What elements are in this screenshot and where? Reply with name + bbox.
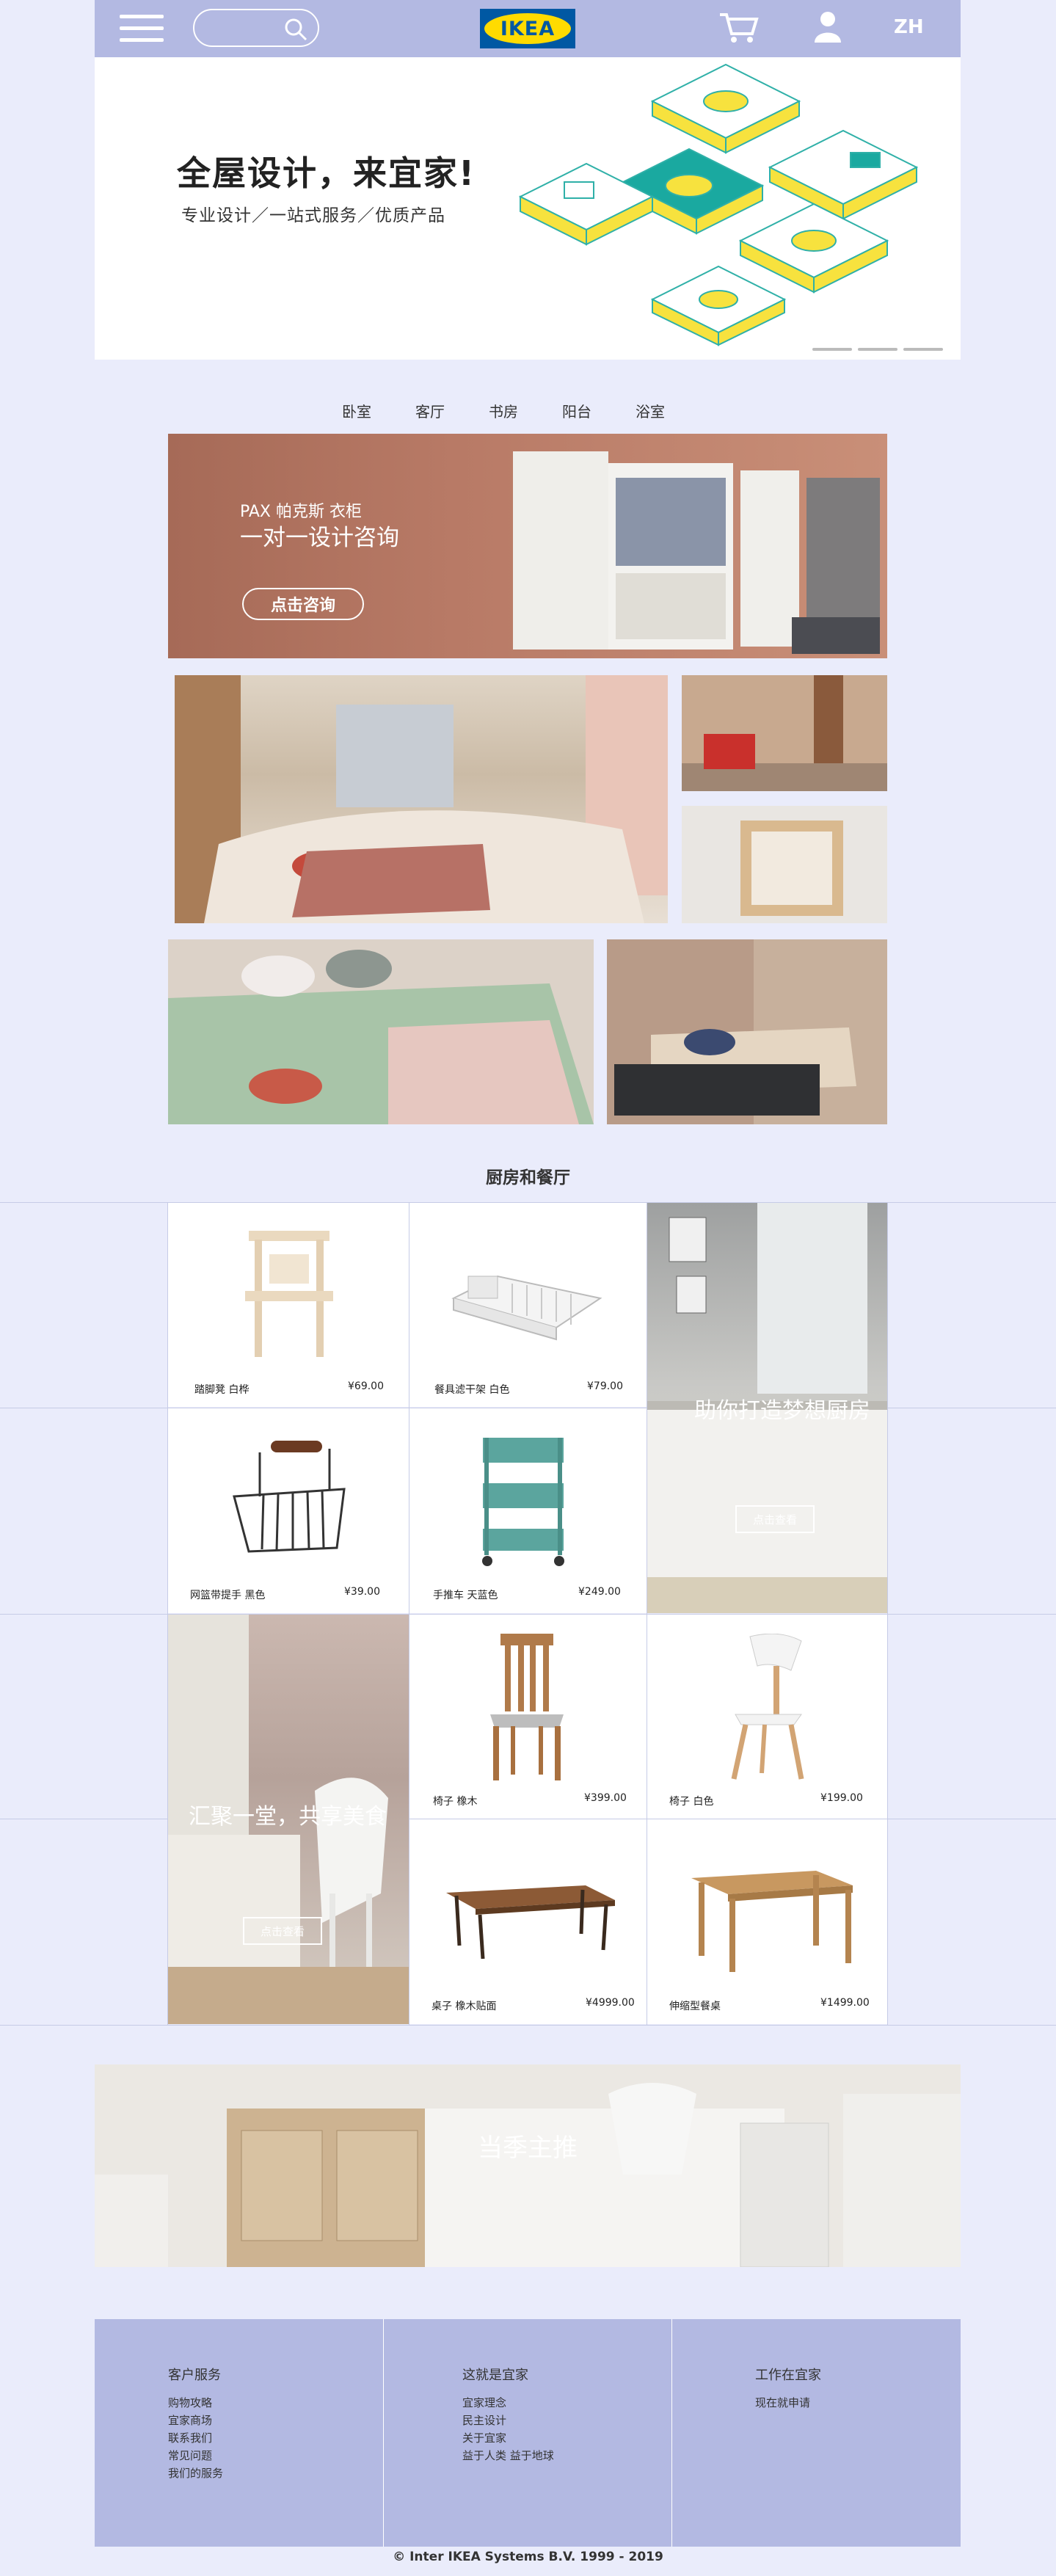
product-card-oak-table[interactable]: 桌子 橡木贴面 ¥4999.00	[409, 1819, 647, 2024]
footer-column-title: 这就是宜家	[462, 2368, 528, 2383]
dish-drainer-image	[451, 1275, 602, 1341]
menu-icon[interactable]	[120, 15, 164, 43]
product-price: ¥249.00	[578, 1586, 621, 1598]
bedroom-photo-shelf[interactable]	[682, 806, 887, 923]
footer-link[interactable]: 民主设计	[462, 2412, 554, 2429]
product-card-extendable-table[interactable]: 伸缩型餐桌 ¥1499.00	[647, 1819, 887, 2024]
carousel-dot[interactable]	[858, 348, 897, 351]
grid-line	[167, 1202, 168, 2025]
bedroom-photo-large[interactable]	[175, 675, 668, 923]
room-tabs: 卧室 客厅 书房 阳台 浴室	[342, 400, 724, 421]
grid-line	[887, 1202, 888, 2025]
product-price: ¥79.00	[587, 1380, 623, 1392]
product-name: 椅子 橡木	[433, 1796, 478, 1808]
footer-link[interactable]: 现在就申请	[755, 2394, 821, 2412]
cart-icon[interactable]	[718, 10, 760, 44]
wardrobe-photo	[513, 451, 880, 654]
top-nav-bar: IKEA ZH	[95, 0, 961, 57]
tab-living-room[interactable]: 客厅	[415, 400, 489, 421]
product-card-dish-drainer[interactable]: 餐具滤干架 白色 ¥79.00	[409, 1203, 647, 1407]
language-switch[interactable]: ZH	[894, 16, 924, 38]
kitchen-section-title: 厨房和餐厅	[486, 1168, 570, 1187]
carousel-indicators[interactable]	[812, 340, 949, 354]
footer-link[interactable]: 购物攻略	[168, 2394, 223, 2412]
product-price: ¥39.00	[344, 1586, 380, 1598]
study-desk-photo	[95, 2064, 961, 2267]
product-card-wire-basket[interactable]: 网篮带提手 黑色 ¥39.00	[168, 1408, 409, 1613]
ikea-logo[interactable]: IKEA	[480, 9, 575, 48]
pax-promo-banner[interactable]: PAX 帕克斯 衣柜 一对一设计咨询 点击咨询	[168, 434, 887, 658]
bedroom-photo-floral[interactable]	[168, 939, 594, 1124]
tab-bathroom[interactable]: 浴室	[636, 400, 709, 421]
carousel-dot[interactable]	[812, 348, 852, 351]
trolley-image	[482, 1438, 564, 1566]
product-price: ¥1499.00	[820, 1997, 870, 2009]
product-card-trolley[interactable]: 手推车 天蓝色 ¥249.00	[409, 1408, 647, 1613]
footer-column-about: 这就是宜家 宜家理念 民主设计 关于宜家 益于人类 益于地球	[462, 2365, 554, 2464]
product-name: 手推车 天蓝色	[433, 1590, 498, 1601]
product-card-step-stool[interactable]: 踏脚凳 白桦 ¥69.00	[168, 1203, 409, 1407]
product-card-oak-chair[interactable]: 椅子 橡木 ¥399.00	[409, 1615, 647, 1819]
footer-link[interactable]: 益于人类 益于地球	[462, 2447, 554, 2464]
footer-link[interactable]: 联系我们	[168, 2429, 223, 2447]
footer-divider	[671, 2319, 672, 2547]
view-button[interactable]: 点击查看	[243, 1917, 322, 1945]
footer-link[interactable]: 常见问题	[168, 2447, 223, 2464]
product-card-white-chair[interactable]: 椅子 白色 ¥199.00	[647, 1615, 887, 1819]
extendable-table-image	[691, 1871, 853, 1972]
product-price: ¥69.00	[348, 1380, 384, 1392]
feature-title: 汇聚一堂，共享美食	[189, 1804, 387, 1830]
product-name: 踏脚凳 白桦	[194, 1384, 250, 1396]
user-icon[interactable]	[815, 10, 841, 43]
hero-subtitle: 专业设计／一站式服务／优质产品	[181, 206, 445, 225]
tab-study[interactable]: 书房	[489, 400, 562, 421]
search-icon[interactable]	[284, 18, 307, 41]
season-title: 当季主推	[478, 2133, 578, 2163]
feature-title: 助你打造梦想厨房	[694, 1398, 870, 1424]
view-button[interactable]: 点击查看	[735, 1505, 815, 1533]
carousel-dot[interactable]	[903, 348, 943, 351]
oak-chair-image	[490, 1634, 564, 1780]
product-name: 桌子 橡木贴面	[431, 2001, 497, 2012]
step-stool-image	[245, 1231, 333, 1357]
footer-column-title: 工作在宜家	[755, 2368, 821, 2383]
logo-text: IKEA	[500, 17, 556, 40]
tab-balcony[interactable]: 阳台	[562, 400, 636, 421]
oak-table-image	[446, 1885, 615, 1960]
white-chair-image	[731, 1634, 804, 1780]
footer-link[interactable]: 宜家理念	[462, 2394, 554, 2412]
wire-basket-image	[233, 1441, 346, 1553]
product-name: 网篮带提手 黑色	[190, 1590, 266, 1601]
product-name: 椅子 白色	[669, 1796, 714, 1808]
feature-dining[interactable]: 汇聚一堂，共享美食 点击查看	[168, 1615, 409, 2024]
footer-column-title: 客户服务	[168, 2368, 221, 2383]
footer-divider	[383, 2319, 384, 2547]
isometric-house-illustration	[518, 63, 919, 346]
footer-link[interactable]: 关于宜家	[462, 2429, 554, 2447]
tab-bedroom[interactable]: 卧室	[342, 400, 415, 421]
footer-link[interactable]: 我们的服务	[168, 2464, 223, 2482]
product-price: ¥199.00	[820, 1792, 863, 1804]
seasonal-banner[interactable]: 当季主推	[95, 2064, 961, 2267]
copyright: © Inter IKEA Systems B.V. 1999 - 2019	[393, 2550, 663, 2564]
grid-line	[0, 2025, 1056, 2026]
product-name: 伸缩型餐桌	[669, 2001, 721, 2012]
feature-dream-kitchen[interactable]: 助你打造梦想厨房 点击查看	[647, 1203, 887, 1613]
product-price: ¥4999.00	[586, 1997, 635, 2009]
product-price: ¥399.00	[584, 1792, 627, 1804]
footer: 客户服务 购物攻略 宜家商场 联系我们 常见问题 我们的服务 这就是宜家 宜家理…	[95, 2319, 961, 2547]
consult-button[interactable]: 点击咨询	[242, 588, 364, 620]
product-name: 餐具滤干架 白色	[434, 1384, 510, 1396]
search-input[interactable]	[193, 9, 319, 47]
footer-column-service: 客户服务 购物攻略 宜家商场 联系我们 常见问题 我们的服务	[168, 2365, 223, 2482]
promo-heading: 一对一设计咨询	[240, 525, 399, 551]
bedroom-photo-red-drawer[interactable]	[682, 675, 887, 791]
footer-column-careers: 工作在宜家 现在就申请	[755, 2365, 821, 2412]
hero-title: 全屋设计，来宜家!	[177, 153, 476, 193]
hero-banner[interactable]: 全屋设计，来宜家! 专业设计／一站式服务／优质产品	[95, 57, 961, 360]
bedroom-photo-dark[interactable]	[607, 939, 887, 1124]
footer-link[interactable]: 宜家商场	[168, 2412, 223, 2429]
